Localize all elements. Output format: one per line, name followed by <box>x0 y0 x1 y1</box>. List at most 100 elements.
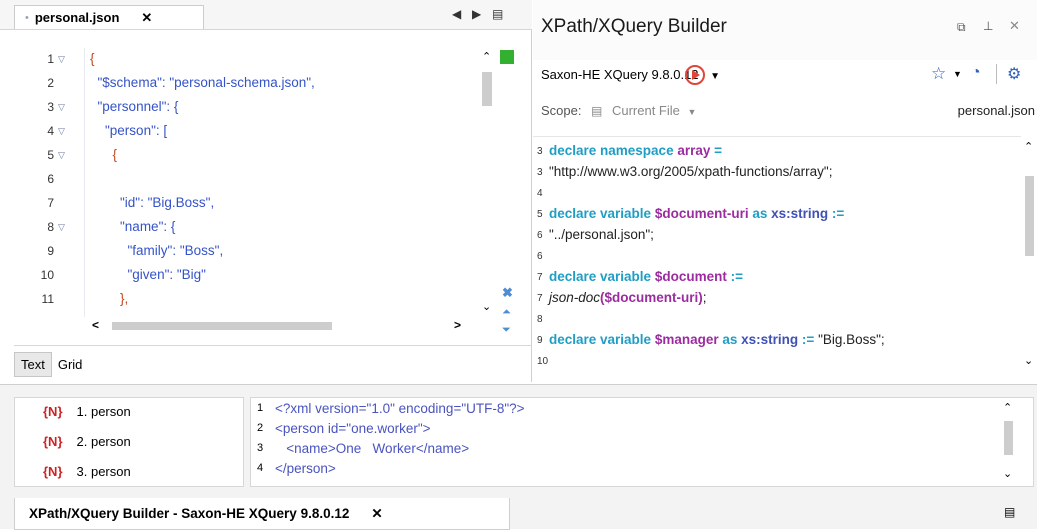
close-icon[interactable]: ✕ <box>1009 18 1020 34</box>
code-line: "given": "Big" <box>90 267 206 282</box>
engine-label: Saxon-HE XQuery 9.8.0.12 <box>541 67 699 82</box>
json-object-badge: {N} <box>43 434 63 449</box>
scrollbar-thumb[interactable] <box>1004 421 1013 455</box>
xquery-editor[interactable]: 3 declare namespace array = 3 "http://www.w… <box>533 136 1021 372</box>
list-item-label: 3. person <box>76 464 131 479</box>
panel-menu-icon[interactable]: ▤ <box>1004 505 1015 519</box>
code-token: "../personal.json"; <box>549 227 654 242</box>
code-line: declare variable $document-uri as xs:str… <box>549 206 844 221</box>
code-line: { <box>90 51 95 66</box>
code-token: array <box>677 143 711 158</box>
code-token: declare variable <box>549 332 655 347</box>
line-number: 4 <box>537 188 543 199</box>
code-line: { <box>90 147 118 162</box>
line-number: 3 <box>537 146 543 157</box>
scroll-down-icon[interactable]: ⌄ <box>1024 354 1033 367</box>
code-line: declare variable $document := <box>549 269 743 284</box>
line-number: 3 <box>537 167 543 178</box>
list-item[interactable]: {N} 2. person <box>43 434 131 449</box>
tab-text[interactable]: Text <box>14 351 52 377</box>
fold-toggle-icon[interactable]: ▽ <box>58 102 65 113</box>
run-query-button[interactable] <box>685 65 705 85</box>
scroll-right-icon[interactable]: > <box>454 318 461 332</box>
chevron-down-icon[interactable]: ▼ <box>953 69 962 79</box>
code-line: "personnel": { <box>90 99 179 114</box>
clear-markers-icon[interactable]: ✖ <box>502 285 516 301</box>
code-token: := <box>828 206 845 221</box>
fold-toggle-icon[interactable]: ▽ <box>58 150 65 161</box>
scroll-up-icon[interactable]: ⌃ <box>1003 401 1012 414</box>
line-number: 8 <box>537 314 543 325</box>
next-marker-icon[interactable]: ⏷ <box>502 324 516 337</box>
line-number: 3 <box>47 100 54 114</box>
xquery-vertical-scrollbar[interactable]: ⌃ ⌄ <box>1021 136 1037 372</box>
line-number: 5 <box>537 209 543 220</box>
list-item-label: 1. person <box>76 404 131 419</box>
scroll-up-icon[interactable]: ⌃ <box>1024 140 1033 153</box>
line-number: 4 <box>47 124 54 138</box>
tab-personal-json[interactable]: • personal.json ✕ <box>14 5 204 29</box>
chevron-down-icon: ▼ <box>710 71 721 82</box>
code-token: as <box>748 206 772 221</box>
scope-selector[interactable]: ▤ Current File ▼ <box>591 103 696 118</box>
json-code-area[interactable]: { "$schema": "personal-schema.json", "pe… <box>90 48 482 318</box>
line-number: 2 <box>257 422 264 434</box>
pin-icon[interactable]: ⊥ <box>983 19 993 33</box>
validation-status-icon <box>500 50 514 64</box>
xml-line: <?xml version="1.0" encoding="UTF-8"?> <box>275 401 525 416</box>
xml-line: </person> <box>275 461 336 476</box>
json-editor-panel: • personal.json ✕ ◀ ▶ ▤ 1 2 3 4 5 6 7 8 … <box>0 0 532 382</box>
line-number: 8 <box>47 220 54 234</box>
scroll-left-icon[interactable]: < <box>92 318 99 332</box>
chevron-down-icon: ▼ <box>687 107 697 117</box>
line-number: 1 <box>47 52 54 66</box>
line-number: 10 <box>40 268 54 282</box>
previous-tab-icon[interactable]: ◀ <box>452 7 461 21</box>
xpath-builder-panel: XPath/XQuery Builder ⧉ ⊥ ✕ Saxon-HE XQue… <box>533 0 1037 382</box>
code-line: declare namespace array = <box>549 143 722 158</box>
code-token: $document <box>654 269 727 284</box>
history-clock-icon[interactable]: ◔ <box>971 64 981 82</box>
scrollbar-thumb[interactable] <box>112 322 332 330</box>
code-token: $document-uri <box>654 206 749 221</box>
result-vertical-scrollbar[interactable]: ⌃ ⌄ <box>1000 399 1016 485</box>
code-token: "http://www.w3.org/2005/xpath-functions/… <box>549 164 833 179</box>
code-line: "family": "Boss", <box>90 243 224 258</box>
json-object-badge: {N} <box>43 464 63 479</box>
results-tab[interactable]: XPath/XQuery Builder - Saxon-HE XQuery 9… <box>14 498 510 530</box>
editor-horizontal-scrollbar[interactable]: < > <box>90 318 478 334</box>
fold-toggle-icon[interactable]: ▽ <box>58 54 65 65</box>
line-number-gutter: 1 2 3 4 5 6 7 8 9 10 11 ▽ ▽ ▽ ▽ ▽ <box>14 48 79 317</box>
code-token: as <box>718 332 742 347</box>
settings-gear-icon[interactable]: ⚙ <box>1007 64 1021 84</box>
close-icon[interactable]: ✕ <box>371 506 382 522</box>
fold-toggle-icon[interactable]: ▽ <box>58 126 65 137</box>
code-token: xs:string <box>771 206 829 221</box>
list-item[interactable]: {N} 1. person <box>43 404 131 419</box>
code-line: "$schema": "personal-schema.json", <box>90 75 315 90</box>
fold-toggle-icon[interactable]: ▽ <box>58 222 65 233</box>
close-icon[interactable]: ✕ <box>141 10 152 26</box>
float-window-icon[interactable]: ⧉ <box>957 20 966 35</box>
line-number: 6 <box>47 172 54 186</box>
code-line: "../personal.json"; <box>549 227 654 242</box>
tab-menu-icon[interactable]: ▤ <box>492 7 503 21</box>
line-number: 7 <box>537 272 543 283</box>
editor-vertical-scrollbar[interactable]: ⌃ ⌄ <box>480 48 494 318</box>
scrollbar-thumb[interactable] <box>1025 176 1034 256</box>
code-token: declare variable <box>549 269 655 284</box>
scope-file-name: personal.json <box>957 103 1035 118</box>
scroll-down-icon[interactable]: ⌄ <box>482 300 491 313</box>
previous-marker-icon[interactable]: ⏶ <box>502 306 516 319</box>
scroll-down-icon[interactable]: ⌄ <box>1003 467 1012 480</box>
favorites-star-icon[interactable]: ☆ <box>931 64 946 84</box>
list-item[interactable]: {N} 3. person <box>43 464 131 479</box>
scrollbar-thumb[interactable] <box>482 72 492 106</box>
code-token: = <box>710 143 723 158</box>
result-xml-view[interactable]: 1 2 3 4 <?xml version="1.0" encoding="UT… <box>250 397 1034 487</box>
code-token: ($document-uri) <box>600 290 703 305</box>
next-tab-icon[interactable]: ▶ <box>472 7 481 21</box>
scroll-up-icon[interactable]: ⌃ <box>482 50 491 63</box>
results-panel: {N} 1. person {N} 2. person {N} 3. person 1… <box>0 384 1037 530</box>
tab-grid[interactable]: Grid <box>52 353 89 376</box>
